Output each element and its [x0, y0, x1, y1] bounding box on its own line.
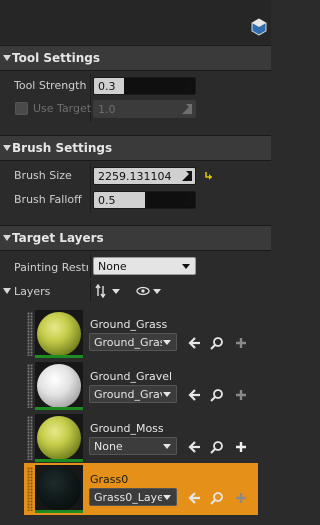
- tool-strength-value: 0.3: [98, 80, 116, 93]
- layer-thumbnail: [35, 362, 83, 410]
- brush-settings-header[interactable]: Brush Settings: [0, 135, 271, 161]
- painting-restriction-dropdown[interactable]: None: [93, 257, 196, 275]
- layer-thumbnail: [35, 310, 83, 358]
- column-splitter[interactable]: [90, 163, 91, 213]
- chevron-down-icon: [182, 264, 190, 269]
- create-plus-icon[interactable]: [234, 440, 248, 454]
- section-title: Target Layers: [12, 231, 104, 245]
- collapse-arrow-icon: [3, 235, 11, 241]
- browse-magnifier-icon[interactable]: [210, 388, 224, 402]
- layer-name: Ground_Gravel: [90, 370, 173, 383]
- create-plus-icon[interactable]: [234, 491, 248, 505]
- unreal-logo-icon[interactable]: [251, 18, 267, 36]
- brush-size-label: Brush Size: [14, 169, 72, 182]
- brush-falloff-value: 0.5: [98, 194, 116, 207]
- tool-strength-slider[interactable]: 0.3: [93, 77, 196, 95]
- painting-restriction-value: None: [98, 260, 127, 273]
- layer-item-ground-moss[interactable]: Ground_Moss None: [24, 412, 258, 464]
- weight-strip: [35, 355, 83, 358]
- target-layers-header[interactable]: Target Layers: [0, 225, 271, 251]
- column-splitter[interactable]: [90, 280, 91, 302]
- layer-info-value: Ground_Gravel: [94, 388, 162, 401]
- use-target-checkbox[interactable]: [15, 102, 28, 115]
- expand-grip-icon: [182, 81, 192, 91]
- weight-strip: [35, 510, 83, 513]
- material-preview: [37, 312, 81, 356]
- drag-handle[interactable]: [27, 364, 33, 408]
- brush-falloff-slider[interactable]: 0.5: [93, 191, 196, 209]
- section-title: Tool Settings: [12, 51, 101, 65]
- top-bar: [0, 0, 271, 44]
- layer-item-grass0[interactable]: Grass0 Grass0_LayerI: [24, 463, 258, 515]
- layers-label: Layers: [14, 285, 51, 298]
- visibility-eye-icon[interactable]: [136, 285, 162, 297]
- use-asset-arrow-icon[interactable]: [188, 388, 202, 402]
- chevron-down-icon: [163, 444, 171, 449]
- drag-handle[interactable]: [27, 416, 33, 460]
- use-asset-arrow-icon[interactable]: [188, 336, 202, 350]
- section-title: Brush Settings: [12, 141, 113, 155]
- layer-info-value: Ground_Grass_: [94, 336, 162, 349]
- layer-info-dropdown[interactable]: Ground_Gravel: [89, 385, 177, 403]
- weight-strip: [35, 407, 83, 410]
- layer-info-dropdown[interactable]: Ground_Grass_: [89, 333, 177, 351]
- material-preview: [37, 364, 81, 408]
- layer-name: Grass0: [90, 473, 129, 486]
- collapse-arrow-icon: [3, 55, 11, 61]
- expand-grip-icon: [182, 195, 192, 205]
- reset-yellow-arrow-icon[interactable]: [204, 170, 214, 180]
- use-target-value-box[interactable]: 1.0: [93, 100, 196, 118]
- brush-size-value: 2259.131104: [98, 170, 172, 183]
- chevron-down-icon: [163, 495, 171, 500]
- collapse-arrow-icon[interactable]: [3, 288, 11, 294]
- layer-info-dropdown[interactable]: None: [89, 437, 177, 455]
- layer-item-ground-gravel[interactable]: Ground_Gravel Ground_Gravel: [24, 360, 258, 412]
- layer-thumbnail: [35, 414, 83, 462]
- material-preview: [37, 467, 81, 511]
- tool-strength-label: Tool Strength: [14, 79, 87, 92]
- brush-size-slider[interactable]: 2259.131104: [93, 167, 196, 185]
- expand-grip-icon: [182, 104, 192, 114]
- drag-handle[interactable]: [27, 312, 33, 356]
- layer-info-value: Grass0_LayerI: [94, 491, 162, 504]
- collapse-arrow-icon: [3, 145, 11, 151]
- browse-magnifier-icon[interactable]: [210, 491, 224, 505]
- layer-info-value: None: [94, 440, 123, 453]
- browse-magnifier-icon[interactable]: [210, 336, 224, 350]
- layer-name: Ground_Grass: [90, 318, 168, 331]
- expand-grip-icon: [182, 171, 192, 181]
- use-asset-arrow-icon[interactable]: [188, 440, 202, 454]
- chevron-down-icon: [163, 392, 171, 397]
- sort-icon[interactable]: [95, 284, 121, 298]
- create-plus-icon[interactable]: [234, 336, 248, 350]
- create-plus-icon[interactable]: [234, 388, 248, 402]
- layer-item-ground-grass[interactable]: Ground_Grass Ground_Grass_: [24, 308, 258, 360]
- drag-handle[interactable]: [27, 467, 33, 511]
- tool-settings-header[interactable]: Tool Settings: [0, 45, 271, 71]
- brush-falloff-label: Brush Falloff: [14, 193, 82, 206]
- use-target-value: 1.0: [98, 103, 116, 116]
- browse-magnifier-icon[interactable]: [210, 440, 224, 454]
- column-splitter[interactable]: [90, 254, 91, 278]
- painting-restriction-label: Painting Restri: [14, 261, 88, 274]
- chevron-down-icon: [163, 340, 171, 345]
- use-asset-arrow-icon[interactable]: [188, 491, 202, 505]
- use-target-label: Use Target: [33, 102, 92, 115]
- layer-name: Ground_Moss: [90, 422, 164, 435]
- material-preview: [37, 416, 81, 460]
- weight-strip: [35, 459, 83, 462]
- layer-thumbnail: [35, 465, 83, 513]
- layer-info-dropdown[interactable]: Grass0_LayerI: [89, 488, 177, 506]
